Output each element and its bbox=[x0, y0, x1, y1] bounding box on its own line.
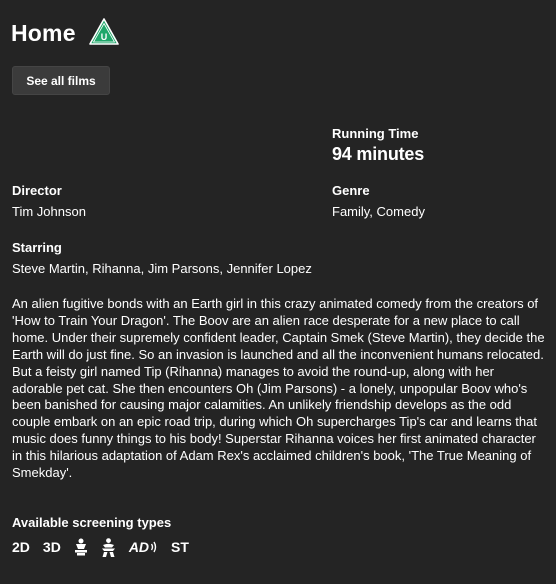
director: Director Tim Johnson bbox=[12, 183, 86, 220]
sound-waves-icon bbox=[150, 541, 157, 553]
autism-friendly-icon bbox=[74, 537, 88, 557]
parent-baby-icon bbox=[101, 537, 116, 557]
starring-value: Steve Martin, Rihanna, Jim Parsons, Jenn… bbox=[12, 261, 312, 276]
film-title: Home bbox=[11, 20, 76, 46]
title-row: Home U bbox=[11, 17, 119, 48]
screening-icons: 2D 3D AD ST bbox=[12, 537, 202, 557]
screening-types-label: Available screening types bbox=[12, 515, 172, 530]
director-label: Director bbox=[12, 183, 62, 198]
running-time-value: 94 minutes bbox=[332, 144, 425, 164]
genre-label: Genre bbox=[332, 183, 370, 198]
genre-value: Family, Comedy bbox=[332, 204, 425, 219]
screening-3d-icon: 3D bbox=[42, 539, 61, 555]
running-time-label: Running Time bbox=[332, 126, 419, 141]
audio-description-icon: AD bbox=[129, 537, 158, 557]
synopsis: An alien fugitive bonds with an Earth gi… bbox=[12, 296, 545, 481]
rating-letter: U bbox=[100, 32, 107, 42]
see-all-films-button[interactable]: See all films bbox=[12, 66, 110, 95]
director-value: Tim Johnson bbox=[12, 204, 86, 219]
screening-2d-icon: 2D bbox=[12, 539, 30, 555]
screening-types: Available screening types 2D 3D AD ST bbox=[12, 515, 202, 557]
running-time: Running Time 94 minutes bbox=[332, 126, 424, 165]
genre: Genre Family, Comedy bbox=[332, 183, 425, 220]
starring: Starring Steve Martin, Rihanna, Jim Pars… bbox=[12, 240, 312, 277]
rating-badge-icon: U bbox=[88, 17, 119, 45]
starring-label: Starring bbox=[12, 240, 62, 255]
subtitled-icon: ST bbox=[171, 539, 189, 555]
audio-description-label: AD bbox=[128, 539, 150, 555]
